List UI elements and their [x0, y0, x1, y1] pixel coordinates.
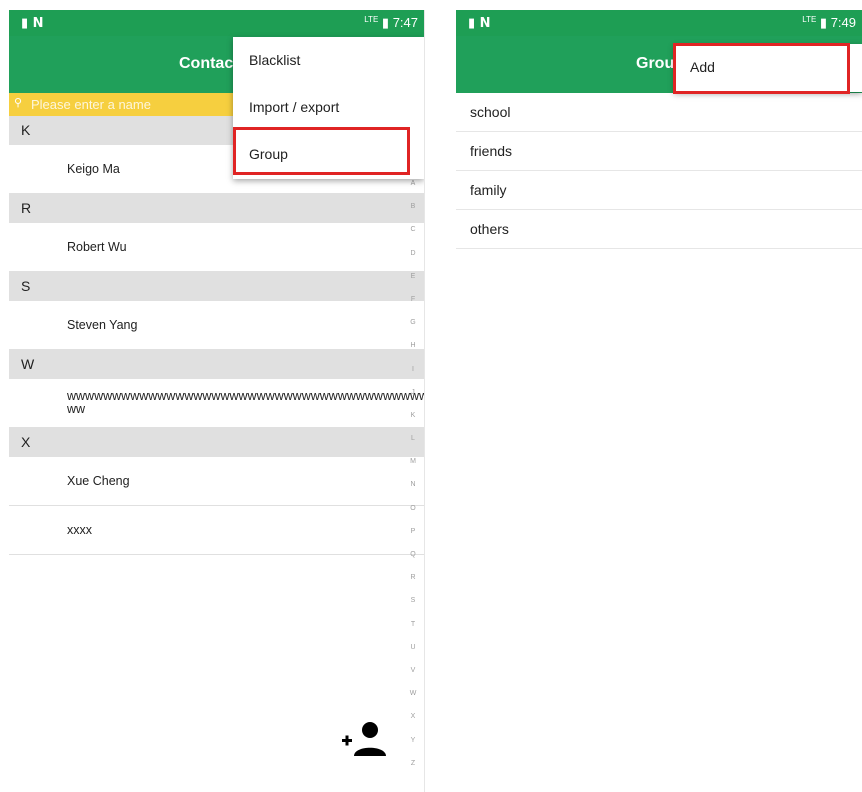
- contact-name-line1: wwwwwwwwwwwwwwwwwwwwwwwwwwwwwwwwwwwwwwww: [67, 389, 424, 403]
- index-letter[interactable]: X: [402, 705, 424, 728]
- index-letter[interactable]: F: [402, 288, 424, 311]
- index-letter[interactable]: D: [402, 242, 424, 265]
- contact-row[interactable]: Robert Wu: [9, 223, 424, 272]
- contacts-screen: ▮ N LTE ▮ 7:47 Contac ⚲ K Keigo Ma R Rob…: [9, 10, 425, 792]
- clock: 7:49: [830, 15, 856, 30]
- group-item-others[interactable]: others: [456, 210, 862, 249]
- index-letter[interactable]: U: [402, 636, 424, 659]
- group-list: school friends family others: [456, 93, 862, 249]
- index-letter[interactable]: C: [402, 218, 424, 241]
- index-letter[interactable]: S: [402, 589, 424, 612]
- status-icons-right: LTE ▮ 7:49: [802, 15, 856, 31]
- section-header-r: R: [9, 194, 424, 223]
- index-letter[interactable]: L: [402, 427, 424, 450]
- index-letter[interactable]: J: [402, 381, 424, 404]
- index-letter[interactable]: B: [402, 195, 424, 218]
- status-icons-left: ▮ N: [21, 16, 44, 31]
- status-bar: ▮ N LTE ▮ 7:47: [9, 10, 424, 36]
- group-item-family[interactable]: family: [456, 171, 862, 210]
- section-header-x: X: [9, 428, 424, 457]
- status-icons-left: ▮ N: [468, 16, 491, 31]
- index-letter[interactable]: G: [402, 311, 424, 334]
- network-indicator: LTE: [802, 15, 817, 24]
- status-icons-right: LTE ▮ 7:47: [364, 15, 418, 31]
- page-title: Contac: [179, 55, 234, 72]
- group-item-school[interactable]: school: [456, 93, 862, 132]
- contact-name-line2: ww: [67, 402, 86, 416]
- highlight-box: [673, 43, 850, 94]
- index-letter[interactable]: M: [402, 450, 424, 473]
- index-letter[interactable]: Q: [402, 543, 424, 566]
- index-letter[interactable]: Z: [402, 752, 424, 775]
- battery-icon: ▮: [381, 15, 390, 30]
- index-letter[interactable]: O: [402, 497, 424, 520]
- index-letter[interactable]: E: [402, 265, 424, 288]
- groups-screen: ▮ N LTE ▮ 7:49 Grou school friends famil…: [456, 10, 862, 792]
- index-letter[interactable]: T: [402, 613, 424, 636]
- alphabet-index-bar[interactable]: ABCDEFGHIJKLMNOPQRSTUVWXYZ: [402, 172, 424, 792]
- search-icon: ⚲: [14, 97, 23, 109]
- contact-row[interactable]: xxxx: [9, 506, 424, 555]
- index-letter[interactable]: H: [402, 334, 424, 357]
- add-person-icon[interactable]: [340, 720, 390, 760]
- contact-list: K Keigo Ma R Robert Wu S Steven Yang W w…: [9, 116, 424, 555]
- index-letter[interactable]: K: [402, 404, 424, 427]
- section-header-s: S: [9, 272, 424, 301]
- index-letter[interactable]: P: [402, 520, 424, 543]
- network-indicator: LTE: [364, 15, 379, 24]
- highlight-box: [233, 127, 410, 175]
- menu-item-import-export[interactable]: Import / export: [233, 84, 424, 131]
- status-bar: ▮ N LTE ▮ 7:49: [456, 10, 862, 36]
- page-title: Grou: [636, 55, 675, 72]
- contact-row[interactable]: wwwwwwwwwwwwwwwwwwwwwwwwwwwwwwwwwwwwwwww…: [9, 379, 424, 428]
- menu-item-blacklist[interactable]: Blacklist: [233, 37, 424, 84]
- index-letter[interactable]: V: [402, 659, 424, 682]
- clock: 7:47: [392, 15, 418, 30]
- battery-icon: ▮: [819, 15, 828, 30]
- group-item-friends[interactable]: friends: [456, 132, 862, 171]
- index-letter[interactable]: I: [402, 358, 424, 381]
- section-header-w: W: [9, 350, 424, 379]
- index-letter[interactable]: R: [402, 566, 424, 589]
- contact-row[interactable]: Steven Yang: [9, 301, 424, 350]
- index-letter[interactable]: Y: [402, 729, 424, 752]
- index-letter[interactable]: W: [402, 682, 424, 705]
- contact-row[interactable]: Xue Cheng: [9, 457, 424, 506]
- index-letter[interactable]: N: [402, 473, 424, 496]
